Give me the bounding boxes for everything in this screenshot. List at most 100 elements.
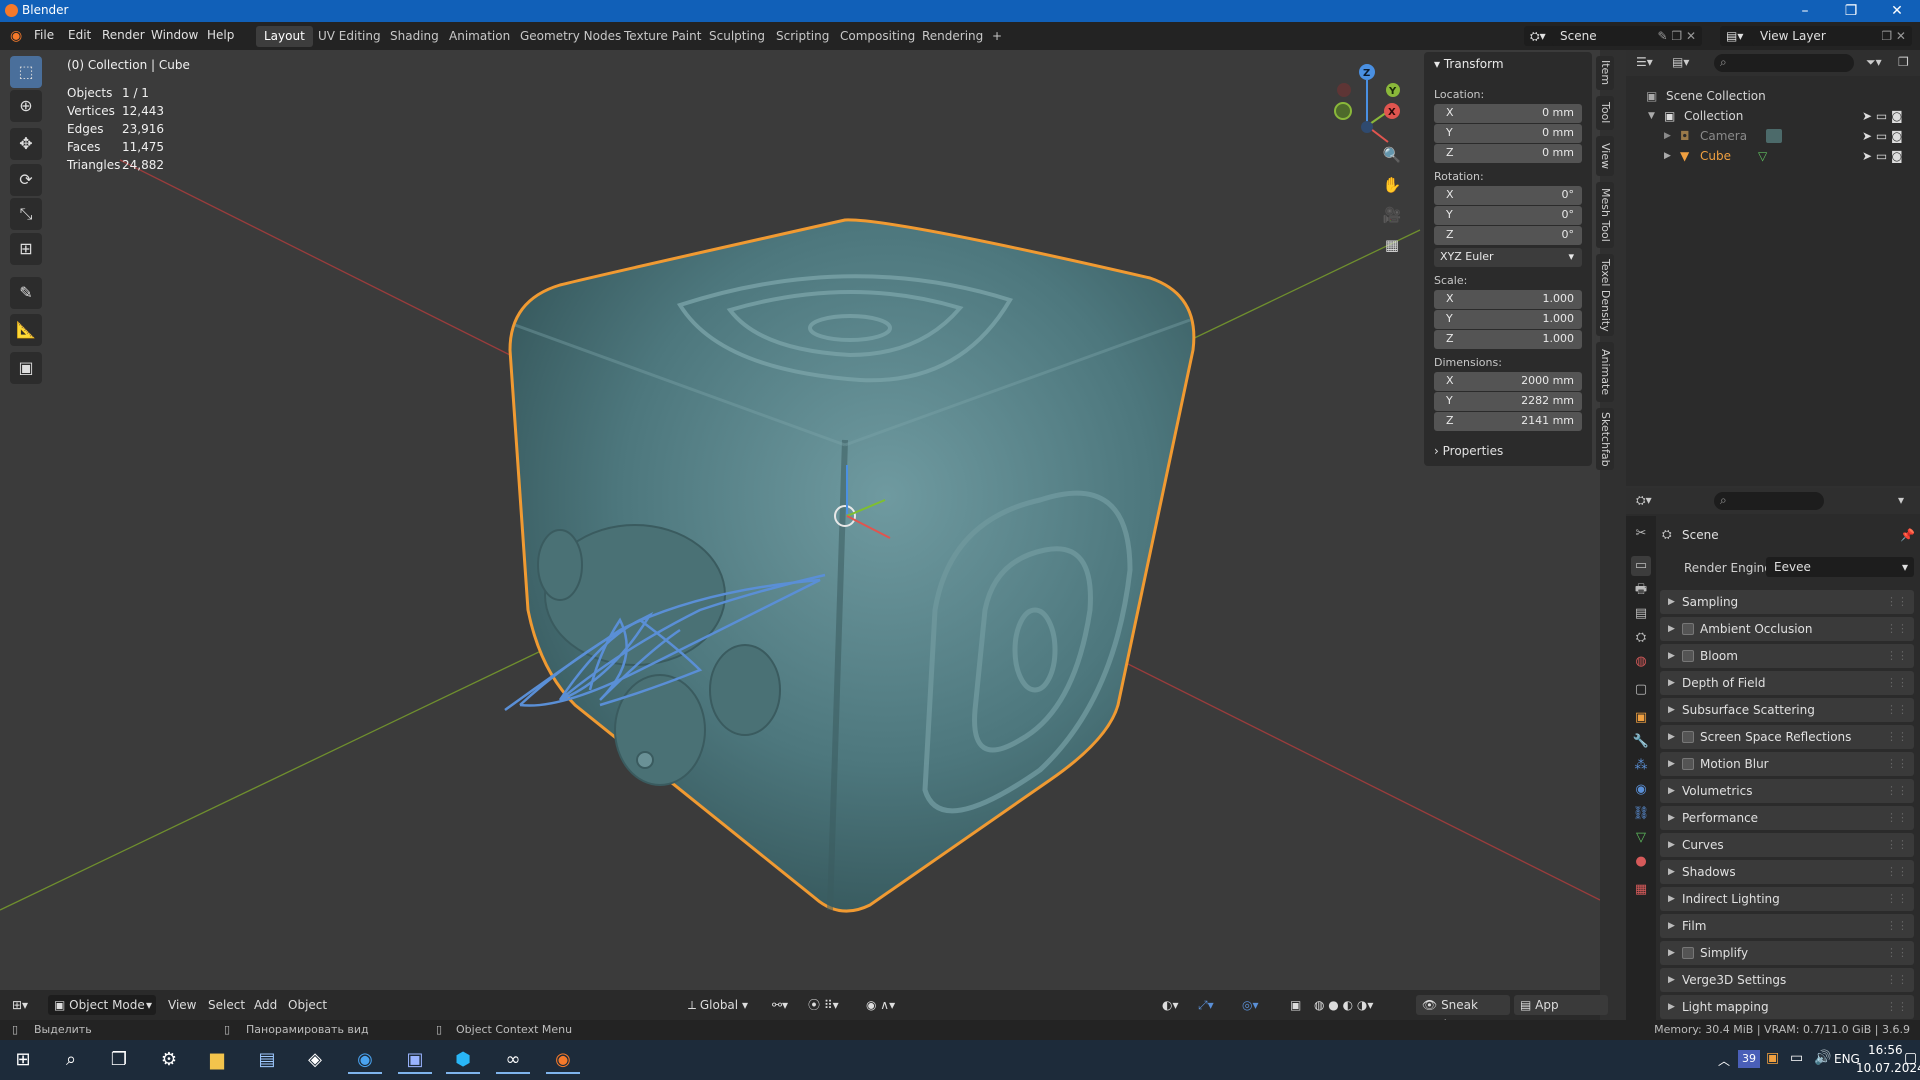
side-tab-tool[interactable]: Tool bbox=[1596, 96, 1614, 130]
visibility-icon[interactable]: ◐▾ bbox=[1162, 995, 1179, 1015]
pin-icon[interactable]: ✎ ❐ ✕ bbox=[1658, 26, 1697, 46]
select-box-tool[interactable]: ⬚ bbox=[10, 56, 42, 88]
side-tab-animate[interactable]: Animate bbox=[1596, 342, 1614, 402]
section-performance[interactable]: ▶ Performance ⋮⋮ bbox=[1660, 806, 1914, 830]
search-icon[interactable]: ⌕ bbox=[54, 1046, 88, 1074]
render-tab-icon[interactable]: ▭ bbox=[1631, 556, 1651, 576]
object-tab-icon[interactable]: ▣ bbox=[1631, 708, 1651, 728]
tab-uv-editing[interactable]: UV Editing bbox=[310, 26, 389, 47]
snap-icon[interactable]: ⦿ ⠿▾ bbox=[808, 995, 839, 1015]
section-screen-space-reflections[interactable]: ▶ Screen Space Reflections ⋮⋮ bbox=[1660, 725, 1914, 749]
shading-modes-icon[interactable]: ◍ ● ◐ ◑▾ bbox=[1314, 995, 1373, 1015]
orientation-select[interactable]: ⟂ Global ▾ bbox=[688, 995, 760, 1015]
outliner-row-cube[interactable]: ▶ ▼ Cube ▽ ➤ ▭ ◙ bbox=[1626, 146, 1920, 166]
measure-tool[interactable]: 📐 bbox=[10, 314, 42, 346]
perspective-grid-icon[interactable]: ▦ bbox=[1379, 232, 1405, 258]
properties-subpanel[interactable]: › Properties bbox=[1434, 444, 1503, 458]
save-app-icon[interactable]: ▣ bbox=[398, 1046, 432, 1074]
drag-handle-icon[interactable]: ⋮⋮ bbox=[1886, 968, 1908, 992]
visibility-icons[interactable]: ➤ ▭ ◙ bbox=[1862, 106, 1903, 126]
clock-time[interactable]: 16:56 bbox=[1868, 1043, 1903, 1057]
tray-chevron-icon[interactable]: ︿ bbox=[1718, 1052, 1730, 1069]
new-collection-icon[interactable]: ❐ bbox=[1898, 55, 1909, 69]
camera-data-icon[interactable] bbox=[1766, 129, 1782, 143]
section-ambient-occlusion[interactable]: ▶ Ambient Occlusion ⋮⋮ bbox=[1660, 617, 1914, 641]
location-y-field[interactable]: Y 0 mm bbox=[1434, 124, 1582, 143]
world-tab-icon[interactable]: ◍ bbox=[1631, 652, 1651, 672]
section-checkbox[interactable] bbox=[1682, 947, 1694, 959]
drag-handle-icon[interactable]: ⋮⋮ bbox=[1886, 914, 1908, 938]
scale-z-field[interactable]: Z 1.000 bbox=[1434, 330, 1582, 349]
gizmo-toggle-icon[interactable]: ⤢▾ bbox=[1198, 995, 1214, 1015]
section-shadows[interactable]: ▶ Shadows ⋮⋮ bbox=[1660, 860, 1914, 884]
rotation-x-field[interactable]: X 0° bbox=[1434, 186, 1582, 205]
settings-icon[interactable]: ⚙ bbox=[152, 1046, 186, 1074]
physics-tab-icon[interactable]: ◉ bbox=[1631, 780, 1651, 800]
menu-help[interactable]: Help bbox=[207, 28, 234, 42]
editor-type-icon[interactable]: ⊞▾ bbox=[12, 995, 28, 1015]
dimensions-x-field[interactable]: X 2000 mm bbox=[1434, 372, 1582, 391]
render-engine-select[interactable]: Eevee ▾ bbox=[1766, 557, 1914, 577]
location-x-field[interactable]: X 0 mm bbox=[1434, 104, 1582, 123]
restore-button[interactable]: ❐ bbox=[1828, 0, 1874, 22]
drag-handle-icon[interactable]: ⋮⋮ bbox=[1886, 671, 1908, 695]
output-tab-icon[interactable]: 🖶 bbox=[1631, 580, 1651, 600]
menu-select[interactable]: Select bbox=[208, 995, 245, 1015]
view-layer-selector[interactable]: View Layer ❐ ✕ bbox=[1752, 26, 1912, 46]
drag-handle-icon[interactable]: ⋮⋮ bbox=[1886, 995, 1908, 1019]
side-tab-item[interactable]: Item bbox=[1596, 56, 1614, 90]
section-curves[interactable]: ▶ Curves ⋮⋮ bbox=[1660, 833, 1914, 857]
browser-icon[interactable]: ◉ bbox=[348, 1046, 382, 1074]
task-view-icon[interactable]: ❐ bbox=[102, 1046, 136, 1074]
vpn-icon[interactable]: ⬢ bbox=[446, 1046, 480, 1074]
xray-toggle-icon[interactable]: ▣ bbox=[1290, 995, 1301, 1015]
section-checkbox[interactable] bbox=[1682, 623, 1694, 635]
blender-menu-icon[interactable]: ◉ bbox=[10, 28, 22, 44]
drag-handle-icon[interactable]: ⋮⋮ bbox=[1886, 833, 1908, 857]
tab-geometry-nodes[interactable]: Geometry Nodes bbox=[512, 26, 629, 47]
scale-x-field[interactable]: X 1.000 bbox=[1434, 290, 1582, 309]
tab-scripting[interactable]: Scripting bbox=[768, 26, 837, 47]
display-mode-icon[interactable]: ▤▾ bbox=[1672, 55, 1689, 69]
drag-handle-icon[interactable]: ⋮⋮ bbox=[1886, 941, 1908, 965]
side-tab-texel-density[interactable]: Texel Density bbox=[1596, 254, 1614, 336]
dimensions-y-field[interactable]: Y 2282 mm bbox=[1434, 392, 1582, 411]
3d-viewport[interactable]: Z Y X ⬚ ⊕ ✥ ⟳ ⤡ ⊞ ✎ 📐 ▣ (0) Collection |… bbox=[0, 50, 1600, 990]
menu-file[interactable]: File bbox=[34, 28, 54, 42]
pivot-icon[interactable]: ⚯▾ bbox=[772, 995, 788, 1015]
add-cube-tool[interactable]: ▣ bbox=[10, 352, 42, 384]
dimensions-z-field[interactable]: Z 2141 mm bbox=[1434, 412, 1582, 431]
drag-handle-icon[interactable]: ⋮⋮ bbox=[1886, 779, 1908, 803]
view-layer-tab-icon[interactable]: ▤ bbox=[1631, 604, 1651, 624]
rotate-tool[interactable]: ⟳ bbox=[10, 164, 42, 196]
editor-type-icon[interactable]: ☰▾ bbox=[1636, 55, 1653, 69]
close-button[interactable]: ✕ bbox=[1874, 0, 1920, 22]
file-explorer-icon[interactable]: ▆ bbox=[200, 1046, 234, 1074]
filter-icon[interactable]: ⏷▾ bbox=[1866, 55, 1882, 70]
expand-arrow-icon[interactable]: ▼ bbox=[1648, 106, 1655, 126]
material-tab-icon[interactable]: ● bbox=[1631, 852, 1651, 872]
section-checkbox[interactable] bbox=[1682, 731, 1694, 743]
pan-hand-icon[interactable]: ✋ bbox=[1379, 172, 1405, 198]
data-tab-icon[interactable]: ▽ bbox=[1631, 828, 1651, 848]
section-motion-blur[interactable]: ▶ Motion Blur ⋮⋮ bbox=[1660, 752, 1914, 776]
section-film[interactable]: ▶ Film ⋮⋮ bbox=[1660, 914, 1914, 938]
drag-handle-icon[interactable]: ⋮⋮ bbox=[1886, 725, 1908, 749]
texture-tab-icon[interactable]: ▦ bbox=[1631, 880, 1651, 900]
menu-object[interactable]: Object bbox=[288, 995, 327, 1015]
side-tab-view[interactable]: View bbox=[1596, 136, 1614, 176]
section-verge3d-settings[interactable]: ▶ Verge3D Settings ⋮⋮ bbox=[1660, 968, 1914, 992]
tool-tab-icon[interactable]: ✂ bbox=[1631, 524, 1651, 544]
outliner-row-scene-collection[interactable]: ▣ Scene Collection bbox=[1626, 86, 1920, 106]
move-tool[interactable]: ✥ bbox=[10, 128, 42, 160]
pin-icon[interactable]: 📌 bbox=[1900, 528, 1915, 542]
scale-y-field[interactable]: Y 1.000 bbox=[1434, 310, 1582, 329]
drag-handle-icon[interactable]: ⋮⋮ bbox=[1886, 644, 1908, 668]
drag-handle-icon[interactable]: ⋮⋮ bbox=[1886, 617, 1908, 641]
section-indirect-lighting[interactable]: ▶ Indirect Lighting ⋮⋮ bbox=[1660, 887, 1914, 911]
outliner-search-input[interactable]: ⌕ bbox=[1714, 54, 1854, 72]
rotation-z-field[interactable]: Z 0° bbox=[1434, 226, 1582, 245]
view-layer-actions-icon[interactable]: ❐ ✕ bbox=[1881, 26, 1906, 46]
chevron-down-icon[interactable]: ▾ bbox=[1898, 493, 1904, 507]
drag-handle-icon[interactable]: ⋮⋮ bbox=[1886, 698, 1908, 722]
